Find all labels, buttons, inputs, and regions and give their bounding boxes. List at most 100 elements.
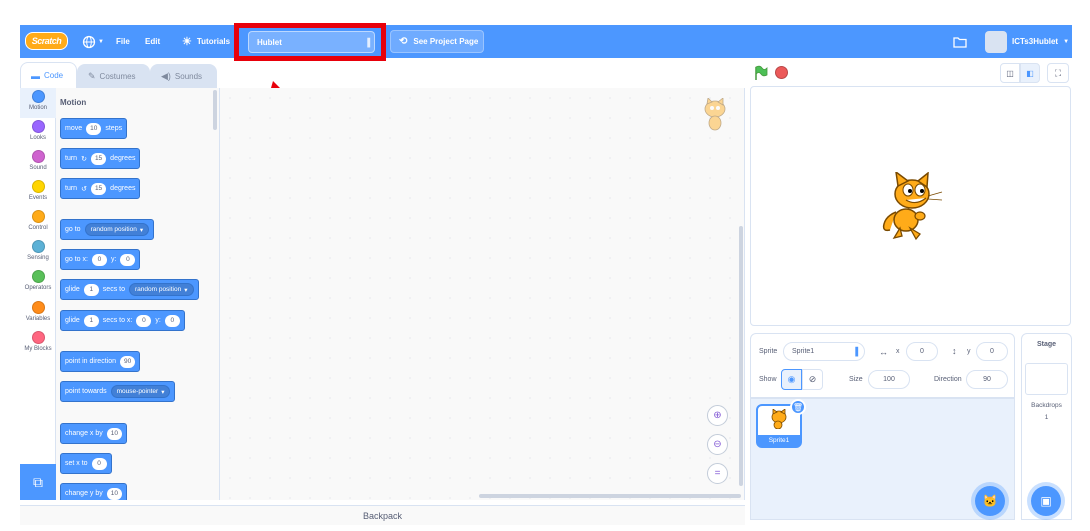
stop-button[interactable] — [775, 66, 788, 79]
category-dot-icon — [31, 120, 45, 133]
zoom-out-button[interactable]: ⊖ — [707, 434, 728, 455]
sprite-name-input[interactable]: Sprite1 ▐ — [783, 342, 865, 361]
normal-stage-button[interactable]: ◧ — [1020, 63, 1040, 83]
green-flag-button[interactable] — [753, 65, 769, 84]
category-label: Looks — [29, 135, 46, 141]
tab-code-label: Code — [44, 71, 64, 80]
tab-code[interactable]: ▬ Code — [20, 62, 77, 88]
edit-menu[interactable]: Edit — [145, 25, 160, 58]
language-menu[interactable]: ▼ — [82, 25, 104, 58]
block-set-x[interactable]: set x to 0 — [60, 453, 112, 474]
tutorials-menu[interactable]: ☀ Tutorials — [182, 25, 230, 58]
backpack-bar[interactable]: Backpack — [20, 505, 745, 525]
remix-arrows-icon: ⟲ — [399, 36, 408, 47]
choose-sprite-button[interactable]: 🐱 — [975, 486, 1005, 516]
block-glide-xy[interactable]: glide 1 secs to x: 0 y: 0 — [60, 310, 185, 331]
y-value: 0 — [990, 348, 994, 355]
block-point-towards[interactable]: point towards mouse-pointer ▾ — [60, 381, 176, 402]
brush-icon: ✎ — [88, 71, 96, 81]
scratch-logo[interactable]: Scratch — [25, 32, 68, 50]
x-position-input[interactable]: 0 — [906, 342, 938, 361]
backdrop-thumbnail — [1025, 363, 1068, 395]
workspace-sprite-thumbnail — [700, 97, 730, 136]
category-sensing[interactable]: Sensing — [20, 240, 56, 261]
tab-costumes[interactable]: ✎ Costumes — [77, 64, 150, 88]
category-dot-icon — [31, 90, 45, 103]
stage-title: Stage — [1036, 341, 1057, 348]
tab-sounds-label: Sounds — [174, 72, 203, 81]
workspace-vertical-scrollbar[interactable] — [739, 226, 743, 486]
fullscreen-button[interactable]: ⛶ — [1047, 63, 1069, 83]
tab-costumes-label: Costumes — [99, 72, 136, 81]
x-value: 0 — [920, 348, 924, 355]
category-label: Variables — [25, 316, 51, 322]
dropdown-arrow-icon: ▾ — [139, 226, 144, 234]
size-label: Size — [849, 376, 863, 383]
block-glide-to[interactable]: glide 1 secs to random position ▾ — [60, 279, 199, 300]
category-label: Sensing — [27, 255, 49, 261]
cat-sprite-icon[interactable] — [876, 172, 944, 242]
palette-heading: Motion — [60, 98, 87, 107]
zoom-in-icon: ⊕ — [713, 410, 722, 421]
zoom-reset-button[interactable]: = — [707, 463, 728, 484]
hide-sprite-button[interactable]: ⊘ — [802, 369, 823, 390]
size-input[interactable]: 100 — [868, 370, 910, 389]
code-workspace[interactable] — [220, 88, 745, 500]
category-dot-icon — [31, 180, 45, 193]
sprite-name-label: Sprite — [759, 348, 778, 355]
category-looks[interactable]: Looks — [20, 120, 56, 141]
globe-icon — [82, 35, 96, 48]
account-menu[interactable]: ICTs3Hublet ▼ — [985, 25, 1069, 58]
text-cursor-icon: ▐ — [852, 347, 858, 356]
y-position-input[interactable]: 0 — [976, 342, 1008, 361]
zoom-in-button[interactable]: ⊕ — [707, 405, 728, 426]
add-extension-button[interactable]: ⧉ — [20, 464, 56, 500]
stage-canvas[interactable] — [750, 86, 1071, 326]
direction-input[interactable]: 90 — [966, 370, 1008, 389]
see-project-page-button[interactable]: ⟲ See Project Page — [390, 30, 484, 53]
choose-backdrop-button[interactable]: ▣ — [1031, 486, 1061, 516]
direction-value: 90 — [983, 376, 991, 383]
show-sprite-button[interactable]: ◉ — [781, 369, 802, 390]
category-operators[interactable]: Operators — [20, 270, 56, 291]
small-stage-button[interactable]: ◫ — [1000, 63, 1020, 83]
block-change-x[interactable]: change x by 10 — [60, 423, 127, 444]
category-motion[interactable]: Motion — [20, 88, 56, 118]
backdrops-label: Backdrops — [1031, 402, 1062, 409]
block-palette: Motion move 10 steps turn ↻ 15 degrees turn ↺ 1… — [56, 88, 220, 500]
category-label: Motion — [28, 105, 47, 111]
category-events[interactable]: Events — [20, 180, 56, 201]
category-variables[interactable]: Variables — [20, 301, 56, 322]
category-sound[interactable]: Sound — [20, 150, 56, 171]
category-menu: Motion Looks Sound Events Control Sensin… — [20, 88, 56, 500]
palette-scrollbar[interactable] — [213, 90, 217, 130]
category-control[interactable]: Control — [20, 210, 56, 231]
image-add-icon: ▣ — [1040, 494, 1052, 508]
menu-bar: Scratch ▼ File Edit ☀ Tutorials Hublet ▐… — [20, 25, 1072, 58]
block-go-to-xy[interactable]: go to x: 0 y: 0 — [60, 249, 141, 270]
rotate-right-icon: ↻ — [81, 155, 87, 163]
block-turn-right[interactable]: turn ↻ 15 degrees — [60, 148, 141, 169]
category-label: Events — [28, 195, 48, 201]
see-project-label: See Project Page — [413, 37, 479, 46]
chevron-down-icon: ▼ — [1063, 38, 1070, 45]
block-change-y[interactable]: change y by 10 — [60, 483, 127, 500]
category-label: My Blocks — [24, 346, 52, 352]
username-label: ICTs3Hublet — [1012, 37, 1059, 46]
block-point-direction[interactable]: point in direction 90 — [60, 351, 141, 372]
stage-controls: ◫ ◧ ⛶ — [750, 62, 1072, 84]
file-menu[interactable]: File — [116, 25, 130, 58]
block-move-steps[interactable]: move 10 steps — [60, 118, 128, 139]
tutorials-label: Tutorials — [196, 37, 231, 46]
equals-icon: = — [714, 468, 721, 479]
backdrops-count: 1 — [1044, 414, 1049, 421]
block-go-to[interactable]: go to random position ▾ — [60, 219, 155, 240]
block-turn-left[interactable]: turn ↺ 15 degrees — [60, 178, 141, 199]
tab-sounds[interactable]: ◀) Sounds — [150, 64, 217, 88]
green-flag-icon — [755, 65, 768, 80]
category-my-blocks[interactable]: My Blocks — [20, 331, 56, 352]
delete-sprite-button[interactable]: 🗑 — [790, 399, 806, 415]
my-stuff-folder-icon[interactable] — [953, 25, 967, 58]
speaker-icon: ◀) — [161, 71, 171, 81]
workspace-horizontal-scrollbar[interactable] — [479, 494, 741, 498]
